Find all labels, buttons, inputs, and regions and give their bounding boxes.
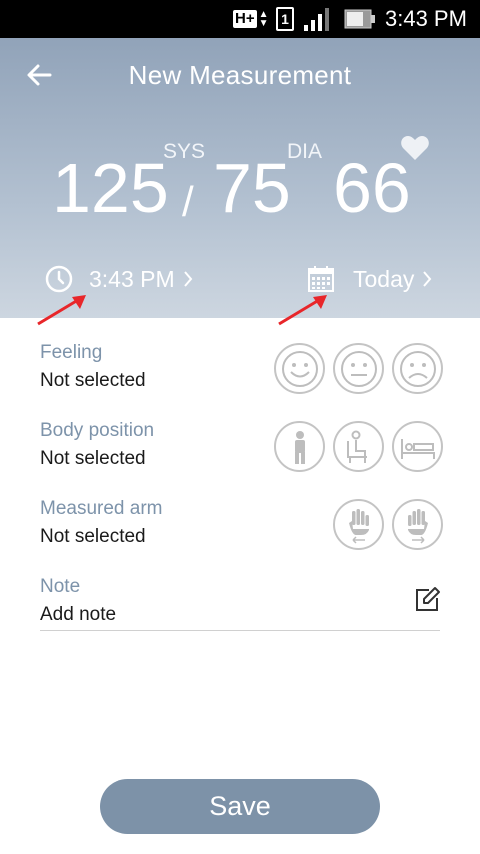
signal-icon <box>304 0 332 38</box>
chevron-right-icon <box>423 271 432 287</box>
calendar-icon <box>308 266 334 292</box>
sim-icon: 1 <box>276 7 294 31</box>
edit-icon <box>416 587 440 611</box>
lying-icon[interactable] <box>392 421 443 472</box>
time-value: 3:43 PM <box>89 265 175 292</box>
note-title: Note <box>40 576 81 597</box>
diastolic-value[interactable]: 75 <box>213 148 291 228</box>
measurement-header: New Measurement SYS DIA 125 / 75 66 3:43… <box>0 38 480 318</box>
note-input[interactable]: Add note <box>40 604 445 626</box>
annotation-arrow-icon <box>278 295 327 326</box>
neutral-face-icon[interactable] <box>333 343 384 394</box>
measured-arm-options <box>325 499 443 550</box>
pulse-value[interactable]: 66 <box>333 148 411 228</box>
dia-label: DIA <box>287 140 323 163</box>
clock-icon <box>45 265 73 293</box>
sim-indicator: 1 <box>276 0 294 38</box>
network-indicator: H+ ▲ ▼ <box>233 0 269 38</box>
status-bar: H+ ▲ ▼ 1 3:43 PM <box>0 0 480 38</box>
sad-face-icon[interactable] <box>392 343 443 394</box>
save-button[interactable]: Save <box>100 779 380 834</box>
sys-label: SYS <box>163 140 206 163</box>
standing-icon[interactable] <box>274 421 325 472</box>
value-separator: / <box>182 178 194 225</box>
left-hand-icon[interactable] <box>333 499 384 550</box>
chevron-right-icon <box>183 271 192 287</box>
body-position-options <box>266 421 443 472</box>
annotation-arrow-icon <box>37 295 86 326</box>
network-type: H+ <box>233 10 257 28</box>
time-picker-button[interactable]: 3:43 PM <box>45 262 193 296</box>
date-value: Today <box>353 265 415 292</box>
page-title: New Measurement <box>128 60 352 90</box>
right-hand-icon[interactable] <box>392 499 443 550</box>
note-divider <box>40 630 440 631</box>
date-picker-button[interactable]: Today <box>307 262 432 296</box>
edit-note-button[interactable] <box>413 586 441 614</box>
sitting-icon[interactable] <box>333 421 384 472</box>
battery-icon <box>344 0 376 38</box>
happy-face-icon[interactable] <box>274 343 325 394</box>
systolic-value[interactable]: 125 <box>52 148 169 228</box>
feeling-options <box>266 343 443 394</box>
data-arrows-icon: ▲ ▼ <box>258 9 269 29</box>
note-row[interactable]: Note Add note <box>40 576 445 626</box>
status-time: 3:43 PM <box>385 6 467 31</box>
